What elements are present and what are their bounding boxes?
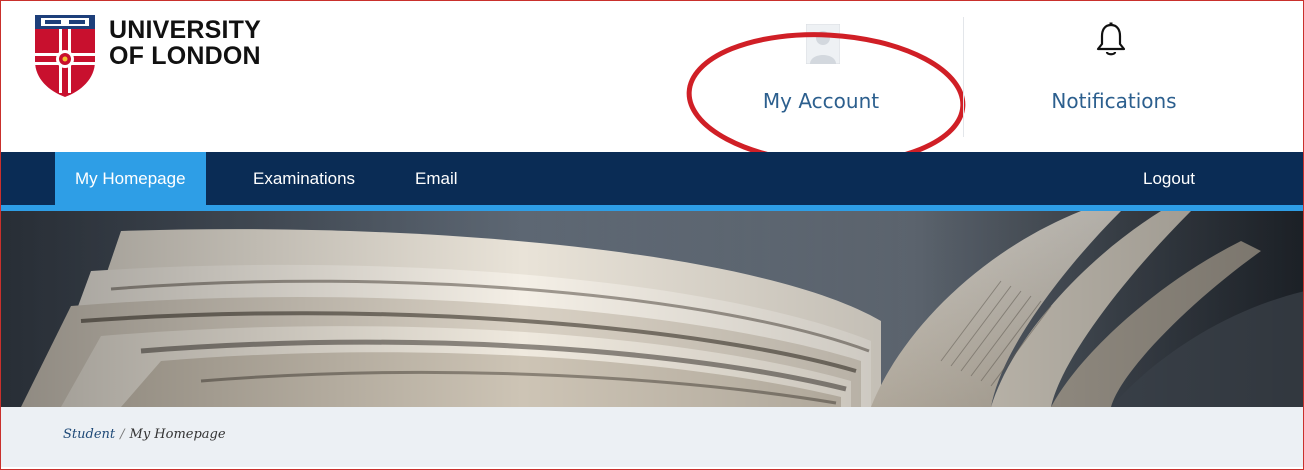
- university-crest-icon: [35, 15, 95, 97]
- logo-line-1: UNIVERSITY: [109, 16, 262, 44]
- notifications-label: Notifications: [1051, 89, 1177, 113]
- site-header: UNIVERSITY OF LONDON My Account Notifica…: [1, 1, 1303, 166]
- bell-icon: [1096, 22, 1126, 56]
- my-account-label: My Account: [762, 89, 880, 113]
- breadcrumb-separator: /: [120, 427, 125, 442]
- open-book-illustration: [1, 211, 1303, 407]
- header-divider: [963, 17, 964, 137]
- my-account-button[interactable]: My Account: [721, 19, 921, 139]
- logout-link[interactable]: Logout: [1143, 152, 1195, 205]
- nav-item-my-homepage[interactable]: My Homepage: [55, 152, 206, 205]
- logo-text: UNIVERSITY OF LONDON: [109, 17, 261, 69]
- breadcrumb-student-link[interactable]: Student: [63, 427, 115, 442]
- breadcrumb-trail: Student / My Homepage: [63, 427, 226, 442]
- logo-line-2: OF LONDON: [109, 42, 261, 70]
- banner-image: [1, 211, 1303, 407]
- university-logo[interactable]: UNIVERSITY OF LONDON: [35, 15, 261, 97]
- nav-item-email[interactable]: Email: [415, 152, 458, 205]
- page-frame: UNIVERSITY OF LONDON My Account Notifica…: [0, 0, 1304, 470]
- notifications-button[interactable]: Notifications: [1019, 19, 1209, 139]
- breadcrumb-current: My Homepage: [129, 427, 226, 442]
- nav-item-examinations[interactable]: Examinations: [253, 152, 355, 205]
- user-avatar-icon: [806, 24, 840, 64]
- main-navigation: My Homepage Examinations Email Logout: [1, 152, 1303, 211]
- breadcrumb: Student / My Homepage: [1, 407, 1303, 467]
